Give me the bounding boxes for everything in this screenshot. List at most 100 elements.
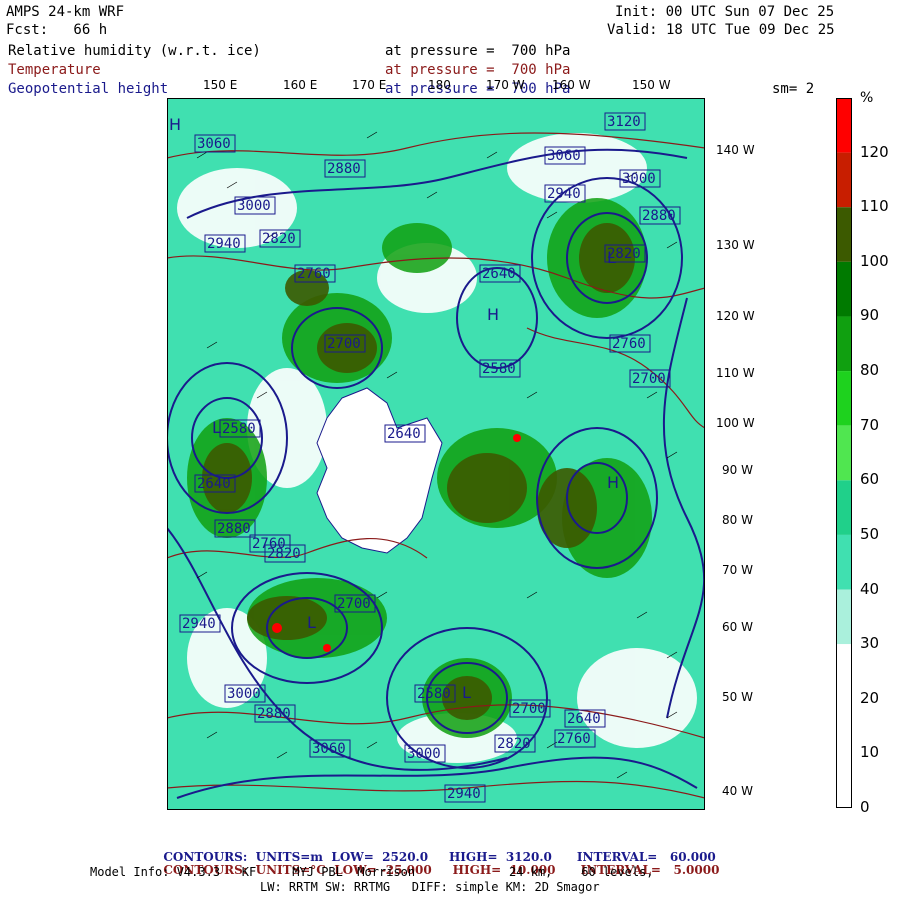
svg-text:2700: 2700 xyxy=(327,336,361,352)
height-label: 3000 xyxy=(234,196,276,215)
height-label: 2820 xyxy=(494,734,536,753)
svg-text:2880: 2880 xyxy=(327,161,361,177)
height-label: 2880 xyxy=(639,206,681,225)
height-label: 3000 xyxy=(404,744,446,763)
legend-band xyxy=(836,644,852,699)
height-label: 2700 xyxy=(629,369,671,388)
high-pressure-marker: H xyxy=(169,115,181,134)
svg-text:3000: 3000 xyxy=(227,686,261,702)
footer-model-info-2: LW: RRTM SW: RRTMG DIFF: simple KM: 2D S… xyxy=(260,880,600,894)
lon-label: 170 E xyxy=(352,78,387,92)
init-time: Init: 00 UTC Sun 07 Dec 25 xyxy=(615,4,835,20)
lon-label: 160 W xyxy=(552,78,591,92)
legend-label: 10 xyxy=(860,743,880,762)
svg-text:2820: 2820 xyxy=(262,231,296,247)
height-label: 2940 xyxy=(179,614,221,633)
height-label: 2940 xyxy=(204,234,246,253)
svg-text:2940: 2940 xyxy=(547,186,581,202)
legend-band xyxy=(836,261,852,317)
svg-text:2640: 2640 xyxy=(197,476,231,492)
lat-label: 90 W xyxy=(722,463,753,477)
field-height-level: at pressure = 700 hPa xyxy=(385,81,571,97)
legend-band xyxy=(836,480,852,535)
footer-model-info: Model Info: V4.3.3 KF MYJ PBL Morrison 2… xyxy=(90,865,654,879)
height-label: 2760 xyxy=(294,264,336,283)
svg-text:2820: 2820 xyxy=(497,736,531,752)
height-label: 2640 xyxy=(564,709,606,728)
legend-band xyxy=(836,152,852,208)
low-pressure-marker: L xyxy=(462,683,471,702)
legend-band xyxy=(836,316,852,372)
height-label: 3060 xyxy=(544,146,586,165)
legend-label: 90 xyxy=(860,306,880,325)
field-temp-name: Temperature xyxy=(8,62,101,78)
svg-text:2580: 2580 xyxy=(222,421,256,437)
rh-color-legend xyxy=(836,98,852,808)
svg-text:2880: 2880 xyxy=(642,208,676,224)
legend-label: 120 xyxy=(860,142,889,161)
svg-text:2940: 2940 xyxy=(182,616,216,632)
svg-text:2760: 2760 xyxy=(612,336,646,352)
legend-label: 110 xyxy=(860,197,889,216)
field-temp-level: at pressure = 700 hPa xyxy=(385,62,571,78)
svg-text:2700: 2700 xyxy=(337,596,371,612)
lat-label: 110 W xyxy=(716,366,755,380)
height-label: 3060 xyxy=(194,134,236,153)
height-label: 2640 xyxy=(194,474,236,493)
svg-text:2940: 2940 xyxy=(447,786,481,802)
svg-text:2700: 2700 xyxy=(632,371,666,387)
forecast-hour: Fcst: 66 h xyxy=(6,22,108,38)
legend-band xyxy=(836,698,852,754)
height-label: 2820 xyxy=(259,229,301,248)
legend-label: 100 xyxy=(860,251,889,270)
low-pressure-marker: L xyxy=(307,613,316,632)
height-label: 2700 xyxy=(334,594,376,613)
svg-text:2640: 2640 xyxy=(482,266,516,282)
height-label: 2580 xyxy=(414,684,456,703)
legend-band xyxy=(836,425,852,481)
svg-text:2760: 2760 xyxy=(297,266,331,282)
legend-band xyxy=(836,98,852,153)
lat-label: 80 W xyxy=(722,513,753,527)
height-label: 2940 xyxy=(544,184,586,203)
legend-unit: % xyxy=(860,90,874,106)
lon-label: 150 E xyxy=(203,78,238,92)
field-height-name: Geopotential height xyxy=(8,81,169,97)
lat-label: 50 W xyxy=(722,690,753,704)
legend-label: 80 xyxy=(860,361,880,380)
height-label: 2880 xyxy=(214,519,256,538)
lon-label: 170 W xyxy=(486,78,525,92)
legend-band xyxy=(836,753,852,808)
lat-label: 70 W xyxy=(722,563,753,577)
legend-label: 40 xyxy=(860,579,880,598)
field-rh-level: at pressure = 700 hPa xyxy=(385,43,571,59)
svg-text:2940: 2940 xyxy=(207,236,241,252)
height-label: 2640 xyxy=(479,264,521,283)
legend-label: 30 xyxy=(860,634,880,653)
lat-label: 120 W xyxy=(716,309,755,323)
weather-map: 3120 3060 3000 2940 2880 2820 2760 2700 2640 2580… xyxy=(167,98,705,810)
height-label: 2880 xyxy=(254,704,296,723)
height-label: 2700 xyxy=(509,699,551,718)
svg-text:3000: 3000 xyxy=(237,198,271,214)
lat-label: 130 W xyxy=(716,238,755,252)
height-label: 2700 xyxy=(324,334,366,353)
svg-text:2880: 2880 xyxy=(257,706,291,722)
svg-text:3120: 3120 xyxy=(607,114,641,130)
field-rh-name: Relative humidity (w.r.t. ice) xyxy=(8,43,261,59)
height-label: 2760 xyxy=(554,729,596,748)
svg-text:3060: 3060 xyxy=(312,741,346,757)
svg-text:2760: 2760 xyxy=(557,731,591,747)
legend-label: 60 xyxy=(860,470,880,489)
height-label: 2880 xyxy=(324,159,366,178)
model-title: AMPS 24-km WRF xyxy=(6,4,125,20)
lat-label: 140 W xyxy=(716,143,755,157)
svg-text:3000: 3000 xyxy=(407,746,441,762)
low-pressure-marker: L xyxy=(212,418,221,437)
high-pressure-marker: H xyxy=(487,305,499,324)
svg-text:2640: 2640 xyxy=(387,426,421,442)
legend-label: 50 xyxy=(860,524,880,543)
high-pressure-marker: H xyxy=(607,473,619,492)
legend-band xyxy=(836,534,852,590)
svg-text:2640: 2640 xyxy=(567,711,601,727)
